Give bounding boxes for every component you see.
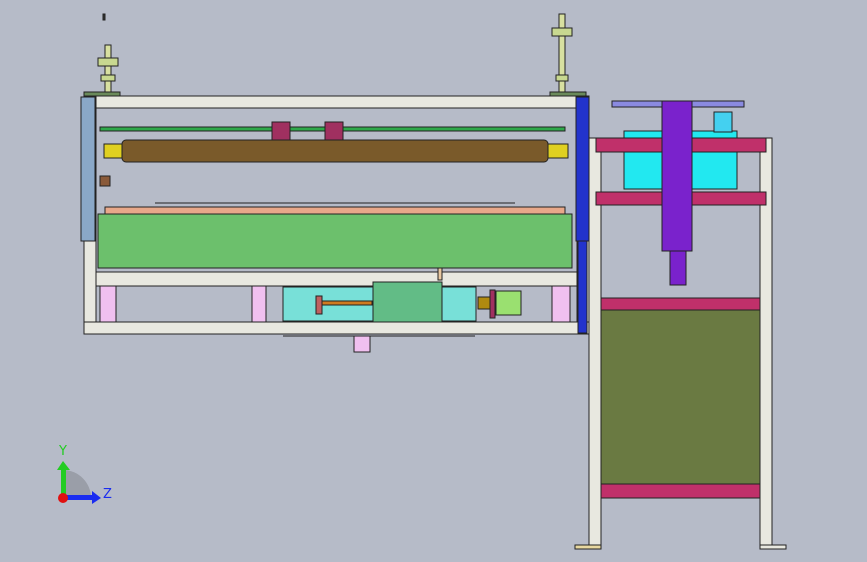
x-axis-dot <box>58 493 68 503</box>
right-side-plate <box>575 96 590 242</box>
pink-leg-right <box>551 285 571 323</box>
motor <box>495 290 522 316</box>
purple-column <box>661 100 693 252</box>
middle-beam <box>95 271 578 287</box>
green-panel <box>97 213 573 269</box>
z-axis-label: Z <box>103 487 112 502</box>
slide-block <box>372 281 443 323</box>
y-axis-label: Y <box>58 444 67 459</box>
left-side-plate <box>80 96 96 242</box>
cylinder-right <box>441 286 477 322</box>
magenta-beam-4 <box>600 483 761 499</box>
pink-leg-left <box>99 285 117 323</box>
bottom-beam <box>83 321 590 335</box>
magenta-beam-3 <box>600 297 761 311</box>
bottom-bracket <box>353 335 371 353</box>
roller <box>121 139 549 163</box>
olive-panel <box>600 309 761 485</box>
top-beam <box>83 95 590 109</box>
cad-viewport[interactable]: Y Z <box>0 0 867 562</box>
